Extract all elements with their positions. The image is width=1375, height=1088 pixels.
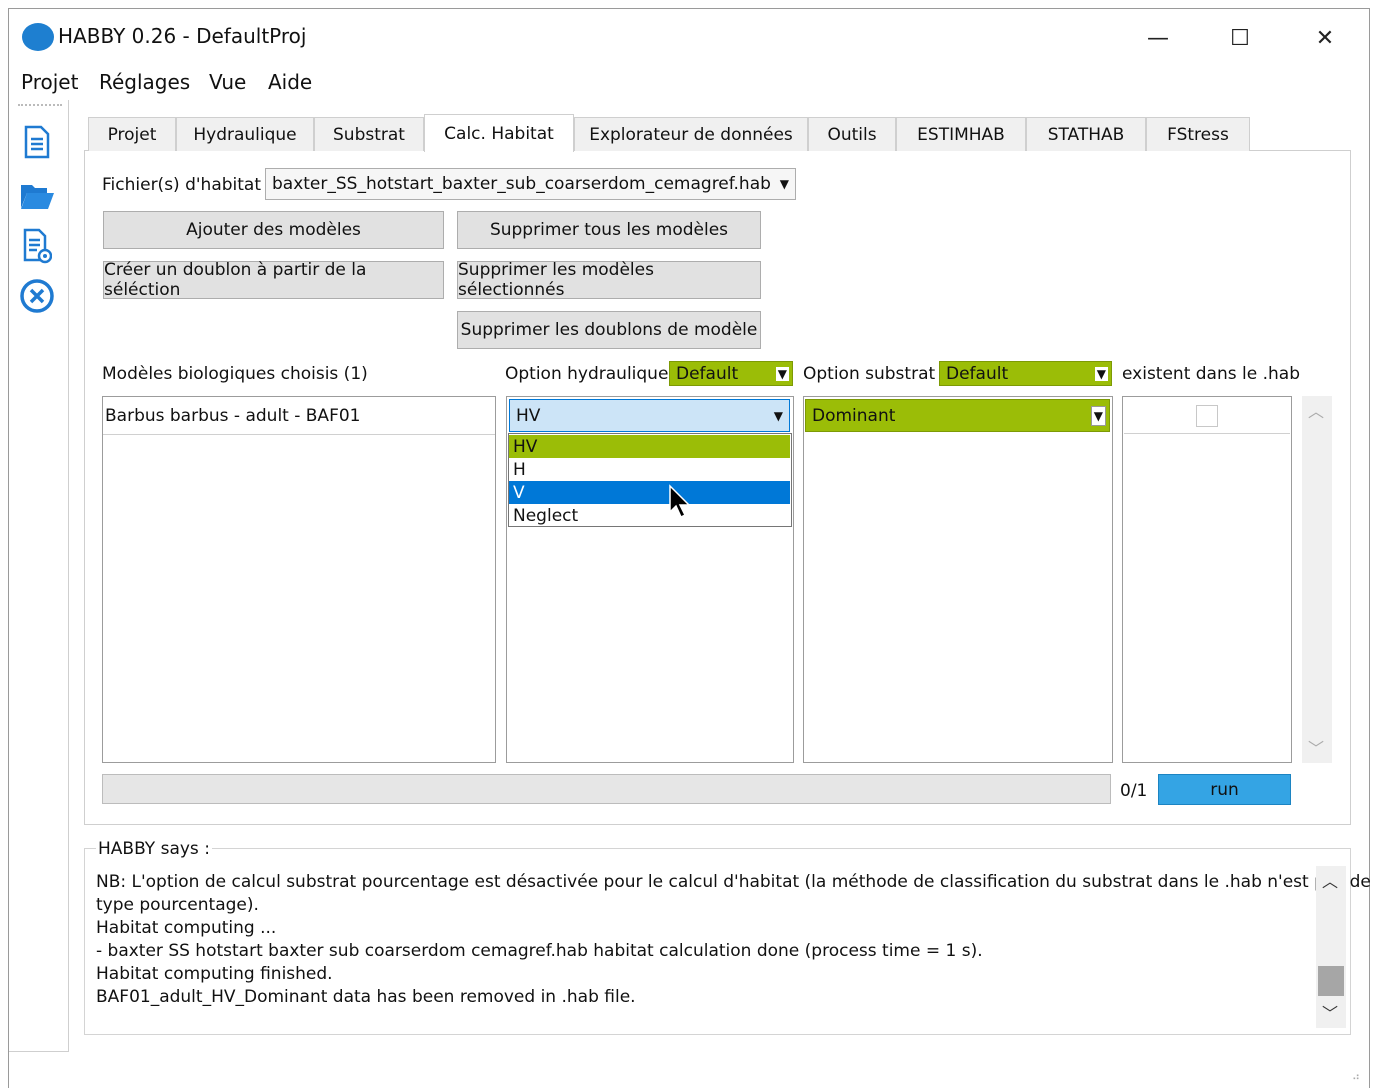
hydraulic-default-value: Default: [676, 363, 739, 384]
substrate-row-value: Dominant: [812, 405, 896, 426]
tab-explorateur[interactable]: Explorateur de données: [574, 117, 808, 151]
exists-in-hab-label: existent dans le .hab: [1122, 364, 1300, 384]
new-file-icon[interactable]: [18, 122, 56, 162]
delete-duplicates-button[interactable]: Supprimer les doublons de modèle: [457, 311, 761, 349]
substrate-default-value: Default: [946, 363, 1009, 384]
menu-reglages[interactable]: Réglages: [99, 70, 190, 94]
habby-logo-icon: [22, 23, 54, 51]
hydraulic-row-value: HV: [516, 405, 541, 426]
tab-calc-habitat[interactable]: Calc. Habitat: [424, 114, 574, 152]
models-scrollbar[interactable]: [1302, 396, 1332, 763]
run-button[interactable]: run: [1158, 774, 1291, 805]
report-icon[interactable]: [18, 226, 56, 266]
scroll-down-icon[interactable]: ﹀: [1322, 1000, 1338, 1024]
log-title: HABBY says :: [96, 839, 212, 859]
substrate-option-label: Option substrat: [803, 364, 936, 384]
window-title: HABBY 0.26 - DefaultProj: [58, 24, 307, 48]
tab-outils[interactable]: Outils: [808, 117, 896, 151]
menu-vue[interactable]: Vue: [209, 70, 246, 94]
hydraulic-option-label: Option hydraulique: [505, 364, 669, 384]
habitat-file-select[interactable]: baxter_SS_hotstart_baxter_sub_coarserdom…: [265, 168, 796, 200]
close-project-icon[interactable]: [18, 276, 56, 316]
create-duplicate-button[interactable]: Créer un doublon à partir de la séléctio…: [103, 260, 444, 300]
resize-grip-icon[interactable]: ⠴: [1352, 1070, 1360, 1083]
chevron-down-icon: ▼: [775, 366, 789, 381]
delete-all-models-button[interactable]: Supprimer tous les modèles: [457, 211, 761, 249]
chevron-down-icon: ▼: [779, 177, 789, 191]
menu-projet[interactable]: Projet: [21, 70, 78, 94]
tab-fstress[interactable]: FStress: [1146, 117, 1250, 151]
minimize-button[interactable]: —: [1136, 20, 1180, 56]
models-header: Modèles biologiques choisis (1): [102, 364, 368, 384]
habitat-file-value: baxter_SS_hotstart_baxter_sub_coarserdom…: [272, 174, 771, 194]
list-item[interactable]: Barbus barbus - adult - BAF01: [103, 397, 495, 435]
chevron-down-icon: ▼: [773, 408, 783, 423]
log-line: - baxter SS hotstart baxter sub coarserd…: [96, 941, 983, 961]
tab-substrat[interactable]: Substrat: [314, 117, 424, 151]
dropdown-option-hv[interactable]: HV: [509, 435, 790, 458]
delete-selected-models-button[interactable]: Supprimer les modèles sélectionnés: [457, 260, 761, 300]
mouse-cursor-icon: [668, 484, 692, 525]
substrate-default-select[interactable]: Default ▼: [939, 361, 1112, 386]
log-line: BAF01_adult_HV_Dominant data has been re…: [96, 987, 636, 1007]
chevron-down-icon: ▼: [1090, 400, 1106, 431]
menu-aide[interactable]: Aide: [268, 70, 312, 94]
add-models-button[interactable]: Ajouter des modèles: [103, 211, 444, 249]
maximize-button[interactable]: ☐: [1218, 20, 1262, 56]
scroll-down-icon[interactable]: ﹀: [1308, 735, 1324, 759]
log-line: type pourcentage).: [96, 895, 259, 915]
log-line: NB: L'option de calcul substrat pourcent…: [96, 872, 1371, 892]
substrate-row-select[interactable]: Dominant ▼: [805, 399, 1110, 432]
log-line: Habitat computing ...: [96, 918, 277, 938]
scroll-up-icon[interactable]: ︿: [1308, 398, 1324, 422]
substrate-column: [803, 396, 1113, 763]
tab-hydraulique[interactable]: Hydraulique: [176, 117, 314, 151]
habitat-file-label: Fichier(s) d'habitat: [102, 175, 262, 195]
dropdown-option-v[interactable]: V: [509, 481, 790, 504]
log-line: Habitat computing finished.: [96, 964, 333, 984]
log-scroll-thumb[interactable]: [1318, 966, 1344, 996]
scroll-up-icon[interactable]: ︿: [1322, 868, 1338, 892]
tab-estimhab[interactable]: ESTIMHAB: [896, 117, 1026, 151]
chevron-down-icon: ▼: [1094, 366, 1108, 381]
hydraulic-row-select[interactable]: HV ▼: [509, 399, 790, 432]
exists-checkbox[interactable]: [1196, 405, 1218, 427]
progress-text: 0/1: [1120, 781, 1148, 801]
tab-projet[interactable]: Projet: [88, 117, 176, 151]
close-window-button[interactable]: ✕: [1303, 20, 1347, 56]
hydraulic-default-select[interactable]: Default ▼: [669, 361, 793, 386]
exists-column: [1122, 396, 1292, 763]
progress-bar: [102, 774, 1111, 804]
dropdown-option-neglect[interactable]: Neglect: [509, 504, 790, 527]
tab-stathab[interactable]: STATHAB: [1026, 117, 1146, 151]
models-list: [102, 396, 496, 763]
open-folder-icon[interactable]: [18, 176, 56, 216]
model-name: Barbus barbus - adult - BAF01: [105, 405, 361, 426]
toolbar-grip: [18, 104, 62, 106]
dropdown-option-h[interactable]: H: [509, 458, 790, 481]
